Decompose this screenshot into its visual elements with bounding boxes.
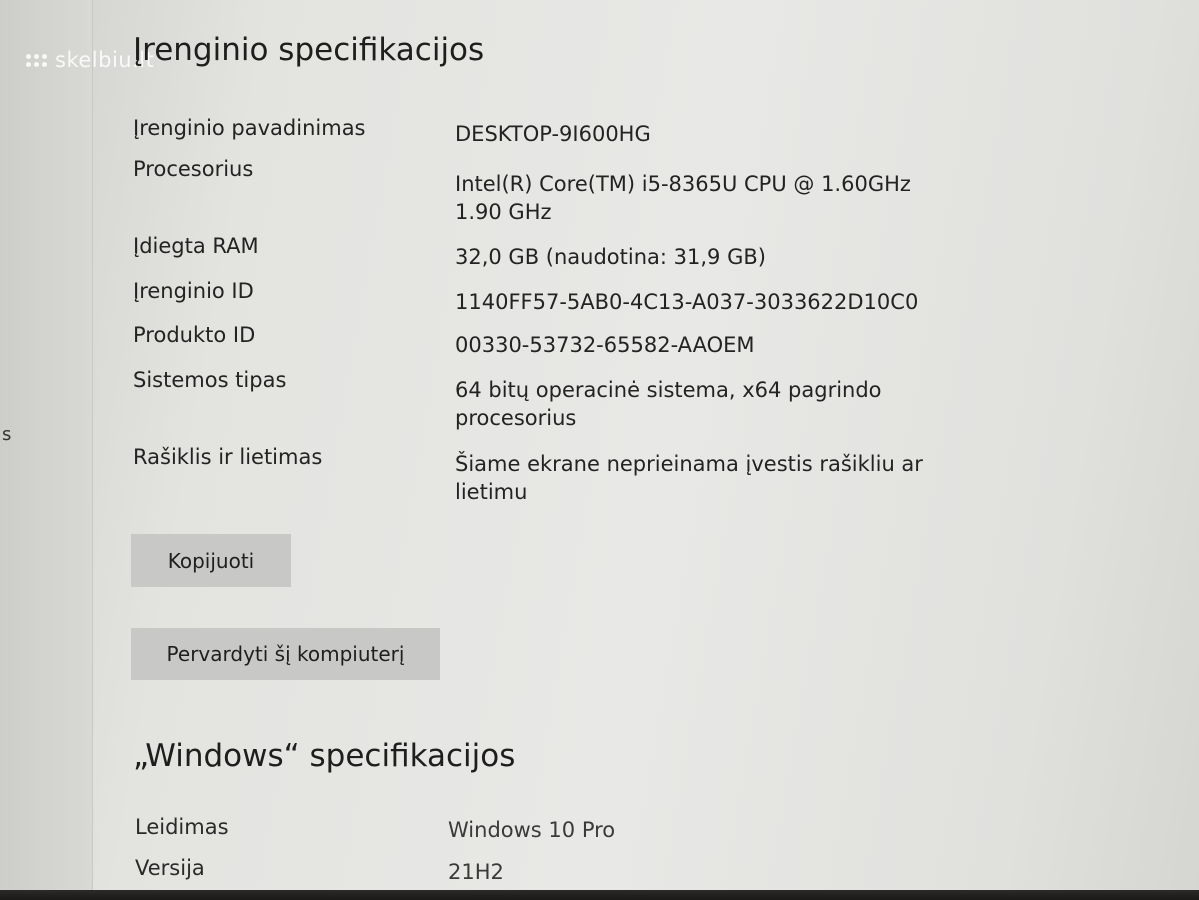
watermark-dots-icon xyxy=(26,53,47,67)
spec-value-pen-touch: Šiame ekrane neprieinama įvestis rašikli… xyxy=(455,452,923,504)
device-specs-title: Įrenginio specifikacijos xyxy=(133,32,485,68)
windows-value-version: 21H2 xyxy=(448,860,504,884)
copy-button[interactable]: Kopijuoti xyxy=(131,534,291,587)
spec-value-processor: Intel(R) Core(TM) i5-8365U CPU @ 1.60GHz… xyxy=(455,172,911,224)
spec-label-ram: Įdiegta RAM xyxy=(133,234,259,258)
spec-label-system-type: Sistemos tipas xyxy=(133,368,287,392)
spec-label-device-name: Įrenginio pavadinimas xyxy=(133,116,366,140)
windows-label-edition: Leidimas xyxy=(135,815,229,839)
windows-value-edition: Windows 10 Pro xyxy=(448,818,616,842)
rename-pc-button[interactable]: Pervardyti šį kompiuterį xyxy=(131,628,440,680)
left-navigation-pane: s xyxy=(0,0,93,900)
spec-value-system-type: 64 bitų operacinė sistema, x64 pagrindo … xyxy=(455,378,882,430)
screen-bezel xyxy=(0,890,1199,900)
spec-label-pen-touch: Rašiklis ir lietimas xyxy=(133,445,323,469)
spec-value-ram: 32,0 GB (naudotina: 31,9 GB) xyxy=(455,245,766,269)
spec-value-product-id: 00330-53732-65582-AAOEM xyxy=(455,333,755,357)
settings-window: s skelbiu.lt Įrenginio specifikacijos Įr… xyxy=(0,0,1199,900)
spec-label-device-id: Įrenginio ID xyxy=(133,279,254,303)
spec-value-device-id: 1140FF57-5AB0-4C13-A037-3033622D10C0 xyxy=(455,290,919,314)
spec-label-product-id: Produkto ID xyxy=(133,323,256,347)
spec-label-processor: Procesorius xyxy=(133,157,254,181)
nav-partial-text: s xyxy=(2,424,12,445)
windows-specs-title: „Windows“ specifikacijos xyxy=(133,738,516,774)
windows-label-version: Versija xyxy=(135,856,205,880)
spec-value-device-name: DESKTOP-9I600HG xyxy=(455,122,651,146)
